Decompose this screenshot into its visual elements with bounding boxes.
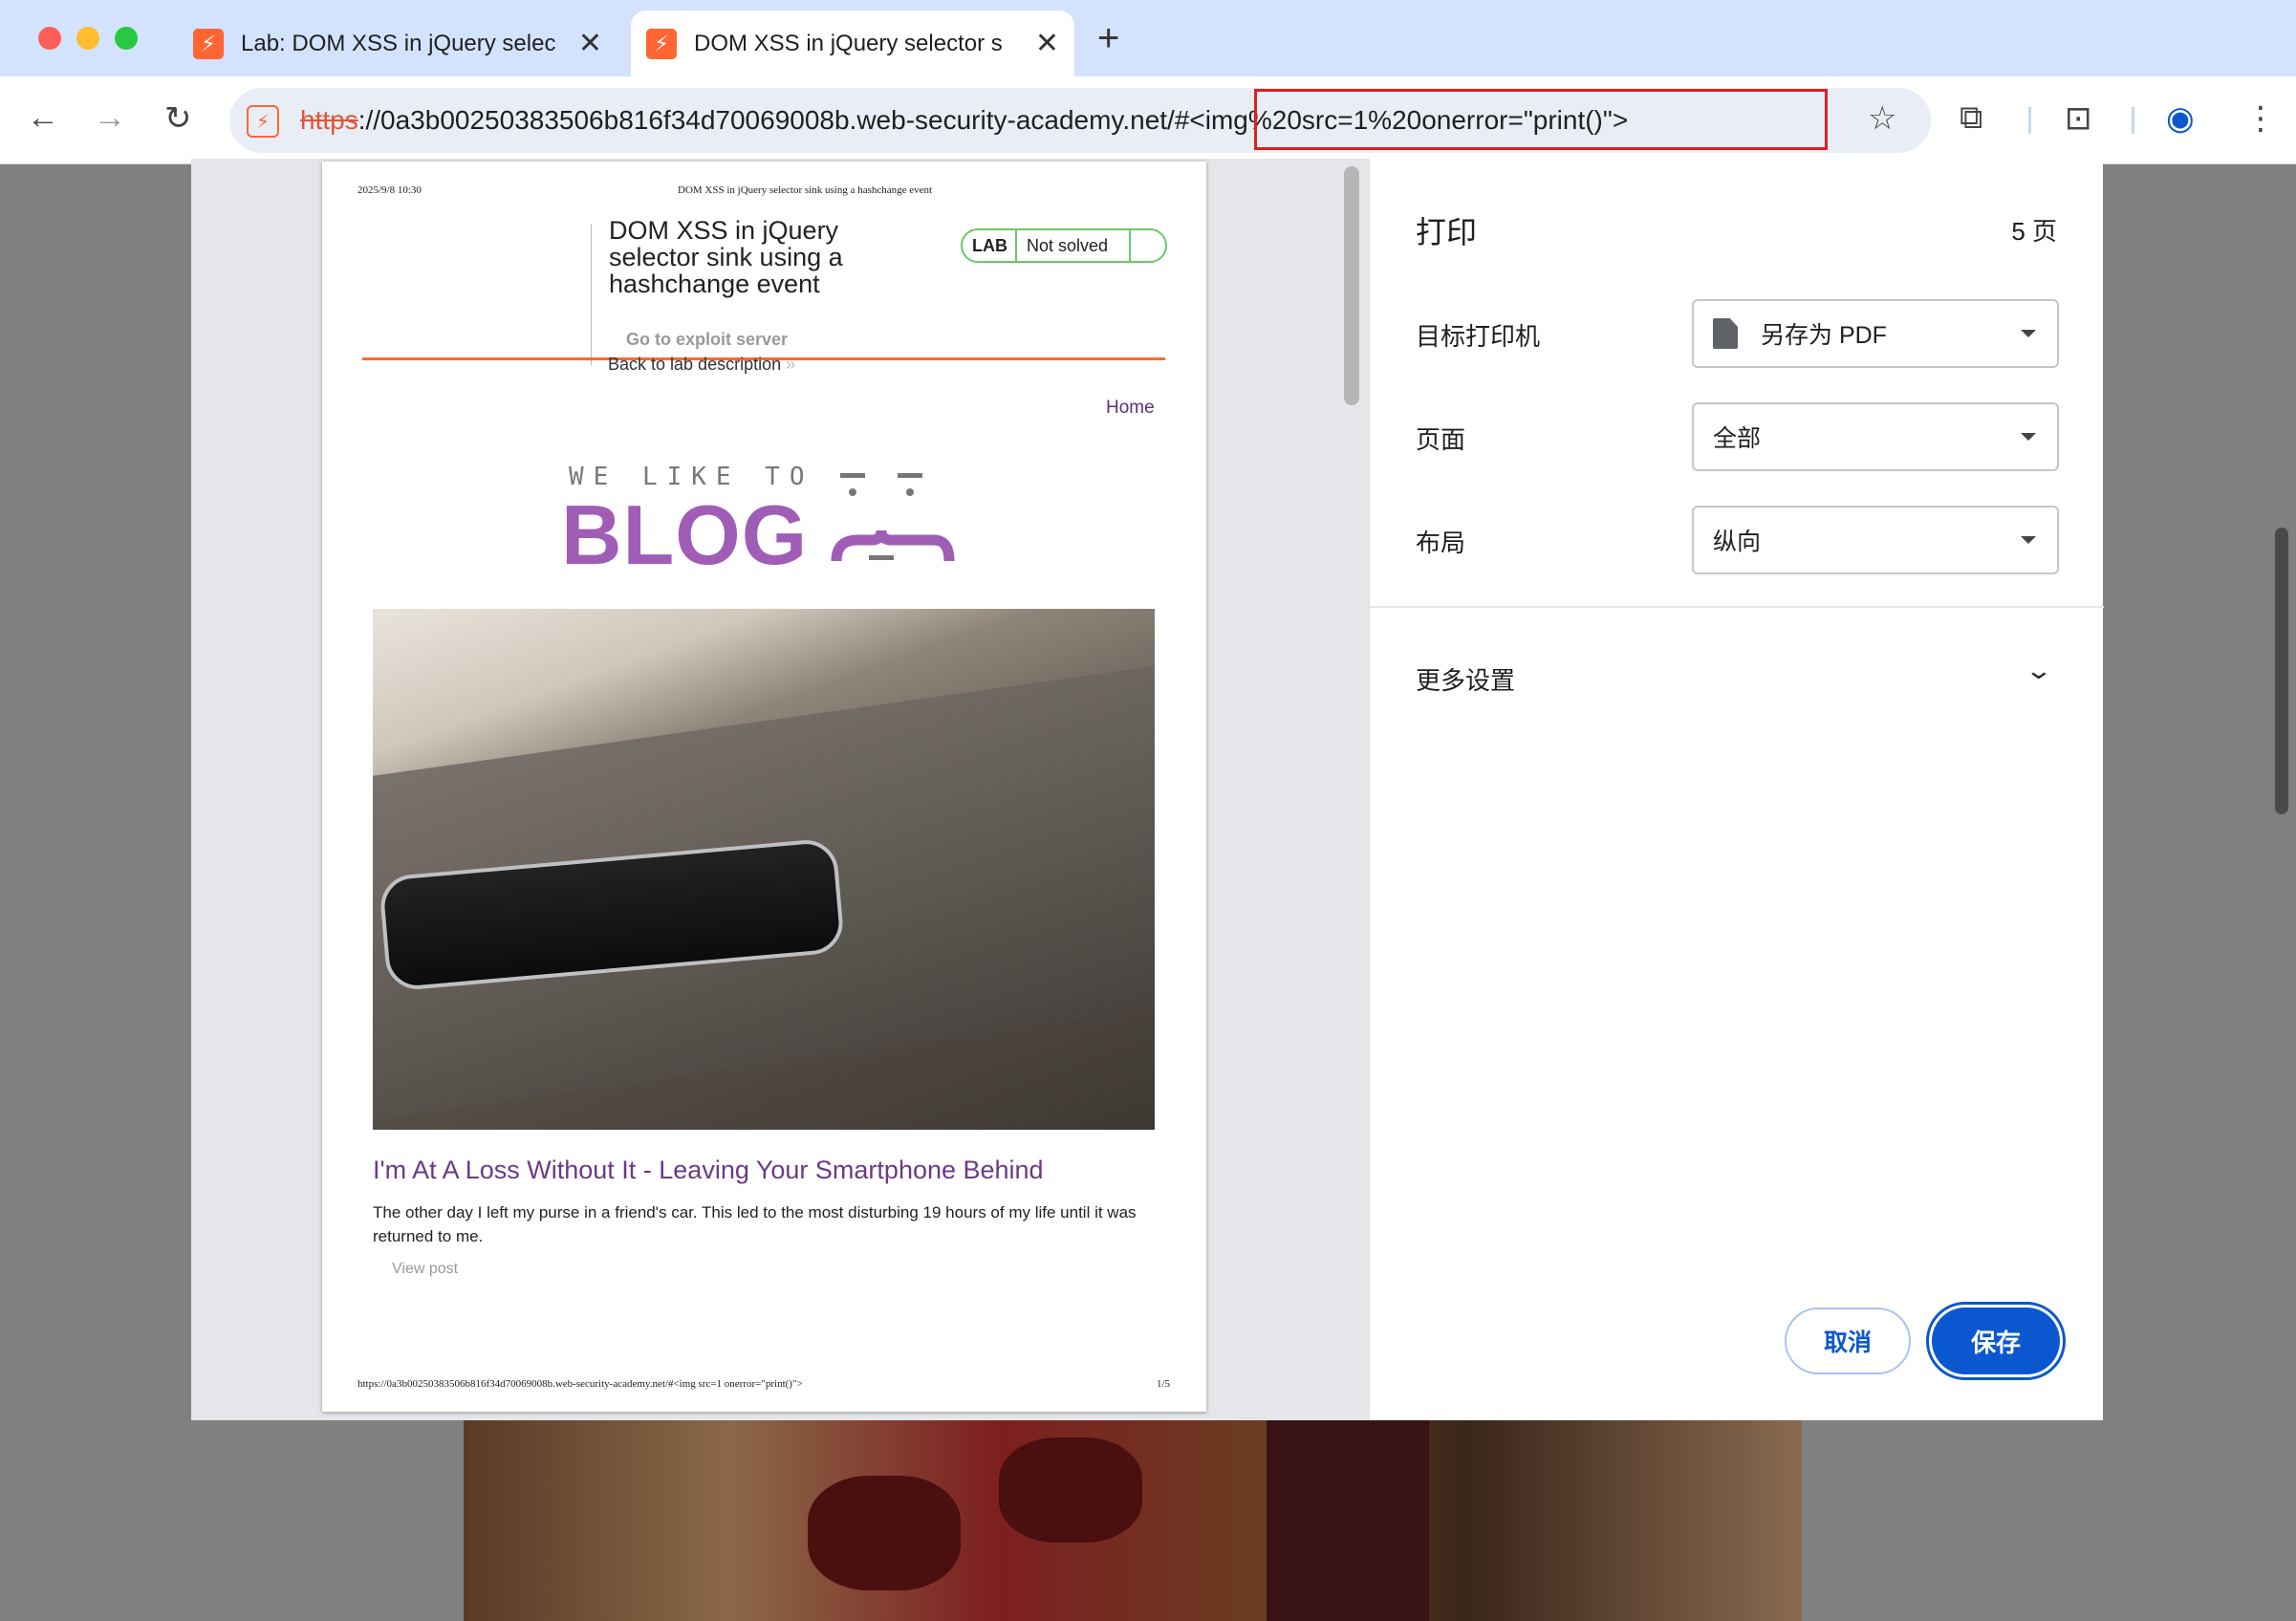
preview-page: 2025/9/8 10:30 DOM XSS in jQuery selecto… <box>322 162 1206 1412</box>
layout-select[interactable]: 纵向 <box>1692 506 2059 574</box>
layout-label: 布局 <box>1416 529 1466 557</box>
dropdown-caret-icon <box>2021 330 2036 337</box>
tab-title: Lab: DOM XSS in jQuery selec <box>241 30 556 56</box>
print-settings-panel: 打印 5 页 目标打印机 另存为 PDF 页面 全部 布局 纵向 更多设置 ⌄ … <box>1369 159 2104 1420</box>
url-scheme: https <box>300 105 358 135</box>
page-header-title: DOM XSS in jQuery selector sink using a … <box>678 184 933 196</box>
site-info-icon[interactable]: ⚡ <box>247 105 279 138</box>
wine-photo <box>464 1418 1802 1621</box>
badge-tail <box>1129 230 1165 261</box>
tab-strip: ⚡ Lab: DOM XSS in jQuery selec ✕ ⚡ DOM X… <box>0 0 2296 76</box>
minimize-window-button[interactable] <box>76 27 99 50</box>
home-link[interactable]: Home <box>1106 398 1155 419</box>
document-icon <box>1713 318 1738 349</box>
page-count: 5 页 <box>2011 217 2057 246</box>
lab-badge-label: LAB <box>963 230 1017 261</box>
dropdown-caret-icon <box>2021 433 2036 441</box>
smartphone-photo <box>373 609 1155 1130</box>
lightning-icon: ⚡ <box>646 28 677 59</box>
cancel-button[interactable]: 取消 <box>1785 1308 1911 1374</box>
page-scrollbar[interactable] <box>2275 528 2288 814</box>
back-arrow-icon[interactable]: ← <box>27 99 59 137</box>
header-divider <box>591 224 592 365</box>
post-title-link[interactable]: I'm At A Loss Without It - Leaving Your … <box>373 1156 1044 1185</box>
zoom-window-button[interactable] <box>115 27 138 50</box>
print-title: 打印 <box>1416 215 1478 249</box>
chevron-right-icon: » <box>786 355 796 374</box>
page-header-date: 2025/9/8 10:30 <box>357 184 422 196</box>
browser-toolbar: ← → ↻ ⚡ https://0a3b00250383506b816f34d7… <box>0 76 2296 164</box>
tab-title: DOM XSS in jQuery selector s <box>694 30 1003 56</box>
close-icon[interactable]: ✕ <box>578 27 602 60</box>
logo-wordmark: BLOG <box>561 487 809 582</box>
wine-bottle <box>1267 1418 1429 1621</box>
page-footer-number: 1/5 <box>1157 1378 1171 1390</box>
back-to-lab-link[interactable]: Back to lab description » <box>608 355 795 375</box>
lightning-icon: ⚡ <box>193 28 224 59</box>
tab-lab-description[interactable]: ⚡ Lab: DOM XSS in jQuery selec ✕ <box>178 11 617 76</box>
toolbar-divider <box>2132 107 2134 134</box>
lab-status-badge: LAB Not solved <box>961 228 1167 263</box>
settings-divider <box>1370 606 2104 608</box>
bookmark-star-icon[interactable]: ☆ <box>1868 99 1896 138</box>
extensions-puzzle-icon[interactable]: ⧉ <box>1960 99 1982 137</box>
exploit-server-link[interactable]: Go to exploit server <box>626 330 788 350</box>
close-window-button[interactable] <box>38 27 61 50</box>
post-summary: The other day I left my purse in a frien… <box>373 1203 1137 1245</box>
wine-glass <box>999 1437 1142 1543</box>
close-icon[interactable]: ✕ <box>1035 27 1059 60</box>
reload-icon[interactable]: ↻ <box>164 99 192 138</box>
wine-glass <box>808 1476 961 1590</box>
print-preview: 2025/9/8 10:30 DOM XSS in jQuery selecto… <box>191 159 1369 1420</box>
browser-window: ⚡ Lab: DOM XSS in jQuery selec ✕ ⚡ DOM X… <box>0 0 2296 1621</box>
cast-search-icon[interactable]: ⊡ <box>2065 99 2092 138</box>
save-button[interactable]: 保存 <box>1926 1302 2066 1380</box>
profile-avatar-icon[interactable]: ◉ <box>2166 99 2195 138</box>
destination-label: 目标打印机 <box>1416 322 1541 351</box>
view-post-button[interactable]: View post <box>392 1261 458 1278</box>
back-to-lab-text: Back to lab description <box>608 355 782 374</box>
toolbar-divider <box>2028 107 2031 134</box>
chevron-down-icon[interactable]: ⌄ <box>2025 656 2054 685</box>
lab-status-text: Not solved <box>1027 235 1109 255</box>
page-footer-url: https://0a3b00250383506b816f34d70069008b… <box>357 1378 803 1390</box>
pages-label: 页面 <box>1416 425 1466 454</box>
destination-select[interactable]: 另存为 PDF <box>1692 299 2059 368</box>
save-button-label: 保存 <box>1932 1308 2060 1374</box>
tab-active-lab[interactable]: ⚡ DOM XSS in jQuery selector s ✕ <box>631 11 1074 76</box>
url-highlight-box <box>1254 89 1828 150</box>
lab-title: DOM XSS in jQuery selector sink using a … <box>609 216 843 298</box>
preview-scrollbar[interactable] <box>1344 166 1359 405</box>
new-tab-button[interactable]: + <box>1097 17 1119 60</box>
more-settings-toggle[interactable]: 更多设置 <box>1416 661 1515 697</box>
logo-face-icon <box>831 473 955 562</box>
pages-value: 全部 <box>1713 425 1762 452</box>
forward-arrow-icon[interactable]: → <box>94 99 126 137</box>
menu-kebab-icon[interactable]: ⋮ <box>2244 99 2277 138</box>
pages-select[interactable]: 全部 <box>1692 402 2059 471</box>
dropdown-caret-icon <box>2021 536 2036 544</box>
print-dialog: 2025/9/8 10:30 DOM XSS in jQuery selecto… <box>191 159 2104 1420</box>
destination-value: 另存为 PDF <box>1761 322 1887 349</box>
layout-value: 纵向 <box>1713 529 1762 555</box>
